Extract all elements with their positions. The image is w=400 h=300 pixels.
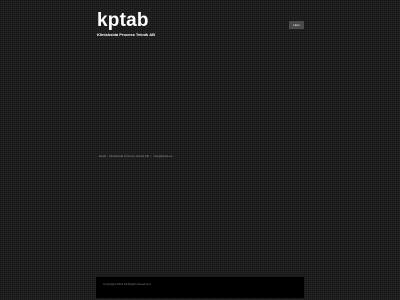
page-container: kptab Klinisksida Process Teknik AB Hem … bbox=[96, 0, 304, 300]
contact-info: kptab - Klinisksida Process Teknik AB | … bbox=[99, 154, 173, 158]
contact-separator: | bbox=[150, 154, 152, 158]
site-title[interactable]: kptab bbox=[97, 10, 149, 32]
footer: Copyright 2013 All Rights Reserved bbox=[96, 277, 304, 298]
copyright-text: Copyright 2013 All Rights Reserved bbox=[103, 282, 151, 286]
site-tagline: Klinisksida Process Teknik AB bbox=[97, 32, 156, 37]
contact-email-link[interactable]: info@kptab.se bbox=[153, 154, 172, 158]
home-button[interactable]: Hem bbox=[289, 21, 304, 29]
contact-company: kptab - Klinisksida Process Teknik AB bbox=[99, 154, 149, 158]
